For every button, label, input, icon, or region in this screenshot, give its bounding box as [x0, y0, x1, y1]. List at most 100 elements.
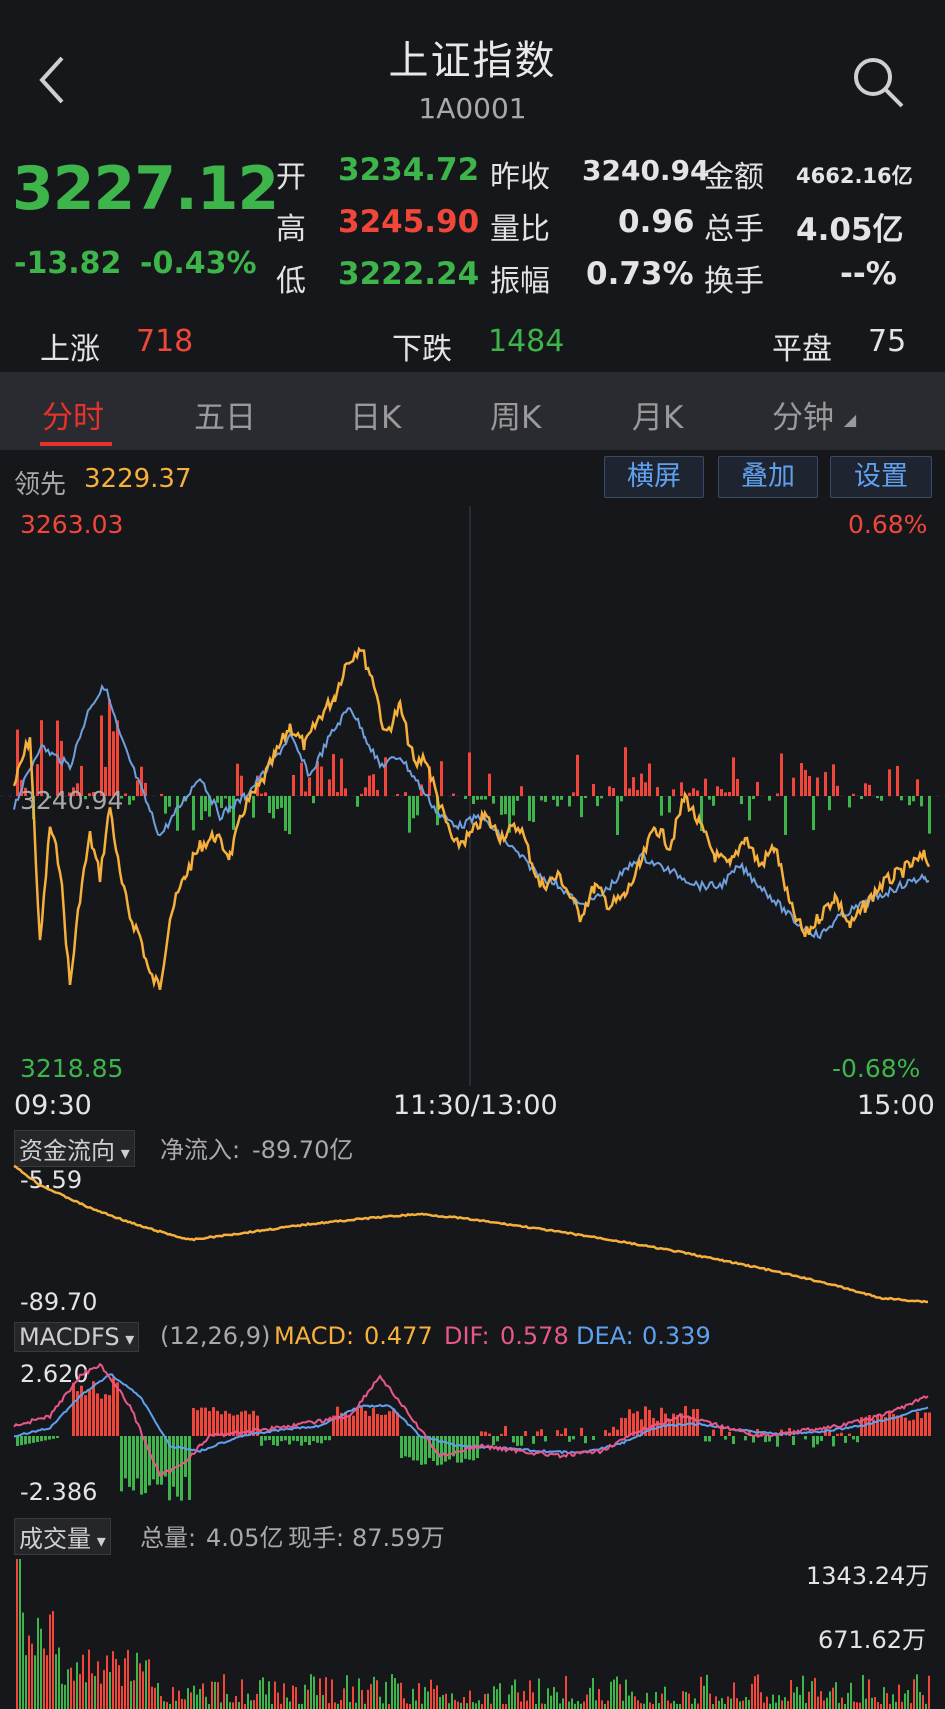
macd-bar: [484, 1431, 487, 1436]
volume-bar: [721, 1698, 723, 1709]
volume-bar: [913, 1679, 915, 1709]
volume-bar: [709, 1693, 711, 1709]
macd-bar: [412, 1436, 415, 1461]
flow-bar: [600, 796, 603, 799]
top-price-label: 3263.03: [20, 510, 124, 539]
down-count: 1484: [488, 324, 565, 359]
volume-bar: [616, 1676, 618, 1709]
tab-intraday[interactable]: 分时: [42, 392, 104, 437]
flow-bar: [336, 792, 339, 796]
macd-bar: [352, 1415, 355, 1436]
volume-bar: [886, 1693, 888, 1709]
flow-bar: [928, 796, 931, 834]
volume-bar: [916, 1674, 918, 1709]
volume-bar: [424, 1687, 426, 1709]
macd-selector[interactable]: MACDFS ▾: [14, 1322, 140, 1352]
flow-bar: [468, 752, 471, 796]
macd-bar: [112, 1377, 115, 1436]
tab-minute[interactable]: 分钟 ◢: [772, 392, 856, 437]
overlay-button[interactable]: 叠加: [718, 456, 818, 498]
flow-bar: [756, 781, 759, 796]
landscape-button[interactable]: 横屏: [604, 456, 704, 498]
flow-bar: [852, 793, 855, 796]
macd-bar: [880, 1415, 883, 1436]
macd-bar: [864, 1418, 867, 1436]
flow-bar: [344, 788, 347, 796]
volume-bar: [196, 1694, 198, 1709]
flow-bar: [528, 796, 531, 821]
flow-bar: [816, 777, 819, 796]
volume-bar: [313, 1676, 315, 1709]
volume-bar: [505, 1703, 507, 1709]
macd-bar: [24, 1436, 27, 1445]
macd-bar: [580, 1427, 583, 1436]
volume-bar: [88, 1649, 90, 1709]
flow-bar: [780, 753, 783, 796]
tab-daily-k[interactable]: 日K: [350, 392, 401, 437]
macd-bar: [32, 1436, 35, 1443]
macd-bar: [816, 1436, 819, 1445]
volume-bar: [487, 1693, 489, 1709]
volume-bar: [838, 1702, 840, 1709]
tab-weekly-k[interactable]: 周K: [490, 392, 541, 437]
volume-bar: [259, 1680, 261, 1709]
macd-bar: [928, 1412, 931, 1436]
macd-bar: [156, 1436, 159, 1485]
high-label: 高: [276, 212, 306, 247]
flow-bar: [484, 796, 487, 800]
flow-bar: [540, 796, 543, 801]
search-button[interactable]: [850, 54, 906, 110]
volume-bar: [217, 1682, 219, 1709]
macd-bar: [36, 1436, 39, 1442]
flow-bar: [204, 796, 207, 812]
volume-bar: [757, 1674, 759, 1709]
volume-bar: [64, 1684, 66, 1709]
amplitude-value: 0.73%: [586, 256, 694, 292]
volume-bar: [148, 1659, 150, 1709]
flow-bar: [480, 796, 483, 800]
flow-bar: [692, 788, 695, 796]
total-hands-label: 总手: [704, 212, 764, 247]
volume-bar: [394, 1678, 396, 1709]
macd-bar: [720, 1428, 723, 1436]
tab-five-day[interactable]: 五日: [194, 392, 256, 437]
flow-bar: [724, 792, 727, 796]
macd-bar: [616, 1429, 619, 1436]
volume-bar: [598, 1689, 600, 1709]
flow-bar: [404, 792, 407, 796]
flow-bar: [660, 796, 663, 816]
volume-bar: [661, 1693, 663, 1709]
settings-button[interactable]: 设置: [830, 456, 932, 498]
volume-bar: [316, 1695, 318, 1709]
bottom-price-label: 3218.85: [20, 1054, 124, 1083]
volume-bar: [919, 1691, 921, 1709]
volume-bar: [136, 1652, 138, 1709]
volume-bar: [589, 1687, 591, 1709]
macd-bar: [896, 1415, 899, 1436]
volume-bar: [229, 1702, 231, 1709]
volume-bar: [811, 1681, 813, 1709]
flow-bar: [812, 796, 815, 831]
intraday-chart[interactable]: [0, 506, 945, 1086]
macd-bar: [812, 1436, 815, 1448]
volume-current-label: 现手:: [288, 1524, 345, 1552]
macd-bar: [520, 1436, 523, 1446]
macd-bar: [328, 1436, 331, 1441]
macd-bar: [308, 1436, 311, 1446]
macd-bar: [564, 1428, 567, 1436]
macd-bar: [516, 1436, 519, 1446]
prev-close-value: 3240.94: [582, 154, 710, 187]
macd-bar: [668, 1420, 671, 1436]
volume-bar: [859, 1702, 861, 1709]
tab-monthly-k[interactable]: 月K: [632, 392, 683, 437]
volume-bar: [622, 1700, 624, 1709]
macd-bar: [56, 1436, 59, 1438]
flow-bar: [704, 778, 707, 796]
volume-bar: [103, 1670, 105, 1709]
volume-bar: [145, 1660, 147, 1709]
volume-bar: [763, 1702, 765, 1709]
flow-bar: [472, 796, 475, 805]
volume-bar: [871, 1697, 873, 1709]
flow-bar: [888, 769, 891, 796]
macd-bar: [496, 1436, 499, 1442]
